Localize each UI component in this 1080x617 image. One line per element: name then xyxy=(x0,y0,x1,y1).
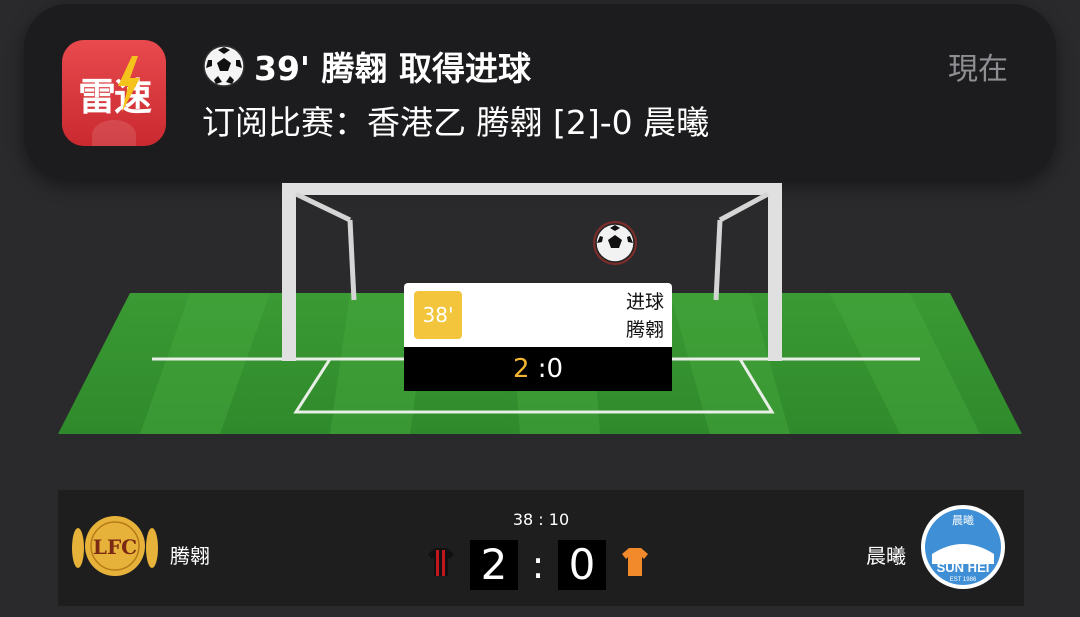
away-crest-name-text: SUN HEI xyxy=(937,560,990,575)
score-separator: : xyxy=(531,543,545,587)
event-score: 2 :0 xyxy=(404,347,672,391)
goal-event-card: 38' 进球 腾翱 xyxy=(404,283,672,347)
event-type-label: 进球 xyxy=(625,291,664,313)
soccer-ball-icon xyxy=(203,45,245,87)
event-minute-badge: 38' xyxy=(414,291,462,339)
notification-time: 現在 xyxy=(948,52,1008,87)
notification-body: 订阅比赛：香港乙 腾翱 [2]-0 晨曦 xyxy=(202,103,710,142)
home-kit-icon xyxy=(428,548,454,576)
home-crest-text: LFC xyxy=(93,535,137,559)
notification-title-text: 39' 腾翱 取得进球 xyxy=(254,49,532,88)
home-score: 2 xyxy=(470,540,518,590)
scoreboard: LFC 腾翱 38 : 10 2 : 0 晨曦 晨曦 SUN HEI EST 1… xyxy=(58,490,1024,606)
away-team-crest: 晨曦 SUN HEI EST 1986 xyxy=(921,505,1005,589)
app-icon-watermark xyxy=(92,120,136,146)
notification-banner[interactable]: 雷速 39' 腾翱 取得进球 订阅比赛：香港乙 腾翱 [2]-0 晨曦 現在 xyxy=(24,4,1056,180)
match-clock: 38 : 10 xyxy=(512,510,570,529)
away-kit-icon xyxy=(622,548,648,576)
notification-title: 39' 腾翱 取得进球 xyxy=(202,42,531,90)
away-crest-est-text: EST 1986 xyxy=(950,577,977,583)
lightning-icon xyxy=(118,56,140,112)
event-away-score: :0 xyxy=(537,354,564,384)
event-team-label: 腾翱 xyxy=(625,319,664,341)
home-team-name: 腾翱 xyxy=(170,544,210,568)
event-home-score: 2 xyxy=(512,354,530,384)
away-team-name: 晨曦 xyxy=(866,544,906,568)
app-icon-label: 雷速 xyxy=(77,75,152,119)
soccer-ball-icon xyxy=(593,221,637,265)
away-score: 0 xyxy=(558,540,606,590)
app-icon[interactable]: 雷速 xyxy=(62,40,166,146)
away-crest-top-text: 晨曦 xyxy=(952,513,974,527)
